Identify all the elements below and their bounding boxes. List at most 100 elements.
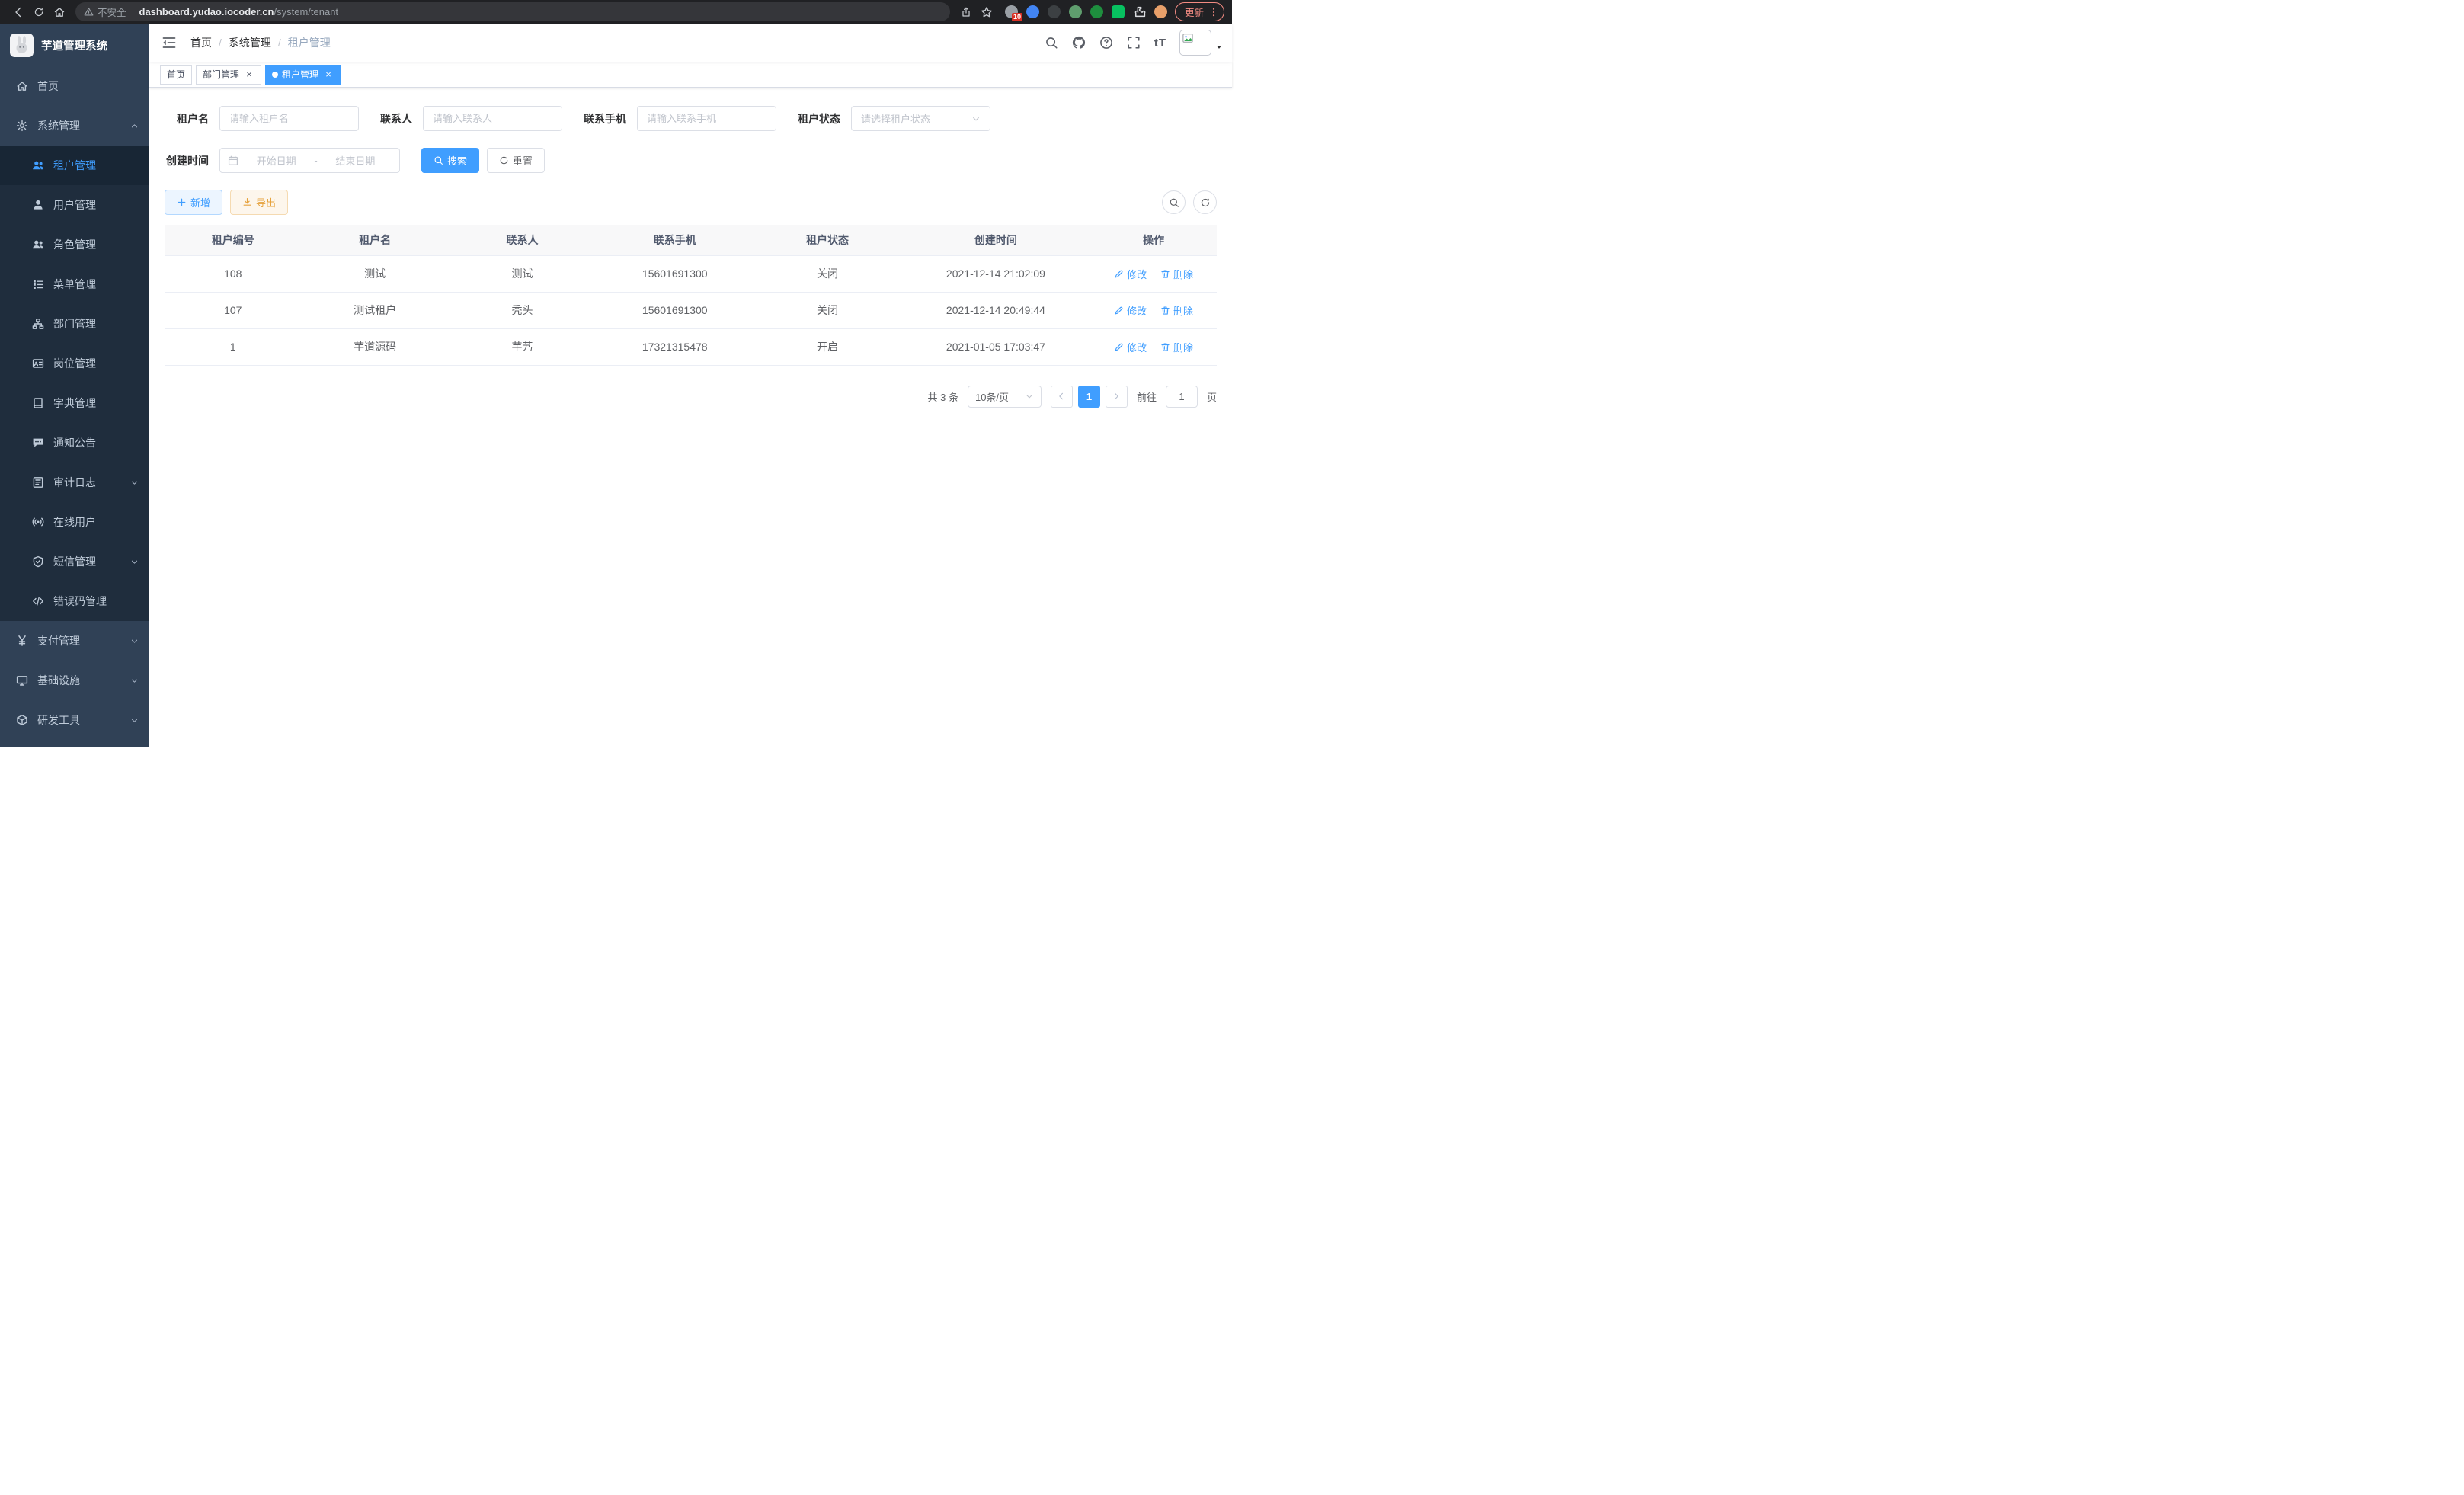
filter-row-1: 租户名 联系人 联系手机 租户状态 请选择租户状态 — [165, 106, 1217, 131]
total-count: 共 3 条 — [928, 389, 958, 404]
sidebar-item-15[interactable]: 基础设施 — [0, 661, 149, 700]
sidebar-item-13[interactable]: 错误码管理 — [0, 581, 149, 621]
breadcrumb-separator: / — [278, 37, 281, 49]
trash-icon — [1160, 269, 1170, 279]
dark-circle-extension-icon[interactable] — [1048, 5, 1061, 18]
message-icon — [32, 437, 44, 449]
reset-button[interactable]: 重置 — [487, 148, 545, 173]
reload-button[interactable] — [28, 2, 49, 22]
delete-button[interactable]: 删除 — [1160, 303, 1193, 318]
github-button[interactable] — [1065, 24, 1093, 62]
muted-green-circle-extension-icon[interactable] — [1069, 5, 1082, 18]
blue-circle-extension-icon[interactable] — [1026, 5, 1039, 18]
contact-input[interactable] — [423, 106, 562, 131]
tree-icon — [32, 318, 44, 330]
tab-0[interactable]: 首页 — [160, 65, 192, 85]
search-icon — [434, 155, 443, 165]
goto-page-input[interactable] — [1166, 386, 1198, 408]
extensions: 10 — [1005, 5, 1167, 18]
close-icon[interactable]: × — [244, 69, 254, 80]
delete-button[interactable]: 删除 — [1160, 267, 1193, 281]
back-button[interactable] — [8, 2, 28, 22]
monitor-icon — [16, 674, 28, 687]
chevron-down-icon — [130, 558, 139, 566]
avatar — [1179, 30, 1211, 56]
profile-avatar-extension-icon[interactable] — [1154, 5, 1167, 18]
sidebar-item-16[interactable]: 研发工具 — [0, 700, 149, 740]
tenant-name-label: 租户名 — [165, 111, 209, 126]
sidebar-item-10[interactable]: 审计日志 — [0, 463, 149, 502]
page-1-button[interactable]: 1 — [1078, 386, 1100, 408]
breadcrumb-current: 租户管理 — [288, 35, 331, 50]
help-button[interactable] — [1093, 24, 1120, 62]
edit-button[interactable]: 修改 — [1114, 340, 1147, 354]
font-size-button[interactable]: tT — [1147, 24, 1173, 62]
security-chip[interactable]: 不安全 — [84, 5, 126, 19]
date-range-picker[interactable]: 开始日期 - 结束日期 — [219, 148, 400, 173]
sidebar-item-0[interactable]: 首页 — [0, 66, 149, 106]
browser-home-button[interactable] — [49, 2, 69, 22]
export-button[interactable]: 导出 — [230, 190, 288, 215]
app-logo-row[interactable]: 芋道管理系统 — [0, 24, 149, 66]
search-submit-button[interactable]: 搜索 — [421, 148, 479, 173]
refresh-table-button[interactable] — [1193, 190, 1217, 214]
green-circle-extension-icon[interactable] — [1090, 5, 1103, 18]
green-chat-extension-icon[interactable] — [1112, 5, 1125, 18]
header-search-button[interactable] — [1038, 24, 1065, 62]
chevron-down-icon — [1025, 392, 1034, 401]
home-icon — [16, 80, 28, 92]
question-icon — [1099, 36, 1113, 50]
tab-2[interactable]: 租户管理 × — [265, 65, 341, 85]
peoples-icon — [32, 159, 44, 171]
status-select[interactable]: 请选择租户状态 — [851, 106, 990, 131]
close-icon[interactable]: × — [323, 69, 334, 80]
sidebar-item-4[interactable]: 角色管理 — [0, 225, 149, 264]
bookmark-button[interactable] — [977, 2, 997, 22]
page-size-value: 10条/页 — [975, 389, 1009, 404]
breadcrumb-system[interactable]: 系统管理 — [229, 35, 271, 50]
page-size-select[interactable]: 10条/页 — [968, 386, 1042, 408]
sidebar-item-1[interactable]: 系统管理 — [0, 106, 149, 146]
chevron-right-icon — [1112, 392, 1121, 401]
reload-icon — [34, 7, 44, 18]
sidebar-item-12[interactable]: 短信管理 — [0, 542, 149, 581]
phone-input[interactable] — [637, 106, 776, 131]
trash-icon — [1160, 342, 1170, 352]
sidebar-item-9[interactable]: 通知公告 — [0, 423, 149, 463]
url-host: dashboard.yudao.iocoder.cn — [139, 6, 274, 18]
sidebar-item-7[interactable]: 岗位管理 — [0, 344, 149, 383]
fullscreen-button[interactable] — [1120, 24, 1147, 62]
next-page-button[interactable] — [1106, 386, 1128, 408]
cell-phone: 15601691300 — [596, 255, 754, 292]
update-button[interactable]: 更新 — [1175, 2, 1224, 21]
edit-button[interactable]: 修改 — [1114, 303, 1147, 318]
cell-created: 2021-01-05 17:03:47 — [901, 328, 1091, 365]
share-icon — [961, 7, 971, 18]
add-button[interactable]: 新增 — [165, 190, 222, 215]
share-button[interactable] — [956, 2, 977, 22]
puzzle-extension-icon[interactable] — [1133, 5, 1146, 18]
sidebar-item-14[interactable]: 支付管理 — [0, 621, 149, 661]
tab-1[interactable]: 部门管理 × — [196, 65, 261, 85]
sidebar-item-3[interactable]: 用户管理 — [0, 185, 149, 225]
edit-button[interactable]: 修改 — [1114, 267, 1147, 281]
delete-button[interactable]: 删除 — [1160, 340, 1193, 354]
prev-page-button[interactable] — [1051, 386, 1073, 408]
sidebar-item-2[interactable]: 租户管理 — [0, 146, 149, 185]
gray-shield-extension-icon[interactable]: 10 — [1005, 5, 1018, 18]
sidebar-item-11[interactable]: 在线用户 — [0, 502, 149, 542]
date-end-placeholder: 结束日期 — [319, 153, 392, 168]
sidebar-item-5[interactable]: 菜单管理 — [0, 264, 149, 304]
sidebar-toggle[interactable] — [149, 24, 189, 62]
breadcrumb-home[interactable]: 首页 — [190, 35, 212, 50]
sidebar-item-6[interactable]: 部门管理 — [0, 304, 149, 344]
page-content: 租户名 联系人 联系手机 租户状态 请选择租户状态 — [149, 88, 1232, 748]
user-menu[interactable] — [1179, 30, 1223, 56]
app-title: 芋道管理系统 — [41, 37, 107, 53]
toggle-search-button[interactable] — [1162, 190, 1186, 214]
security-label: 不安全 — [98, 5, 126, 19]
address-bar[interactable]: 不安全 dashboard.yudao.iocoder.cn/system/te… — [75, 2, 950, 21]
tenant-name-input[interactable] — [219, 106, 359, 131]
sidebar-item-8[interactable]: 字典管理 — [0, 383, 149, 423]
url-text: dashboard.yudao.iocoder.cn/system/tenant — [139, 6, 339, 18]
